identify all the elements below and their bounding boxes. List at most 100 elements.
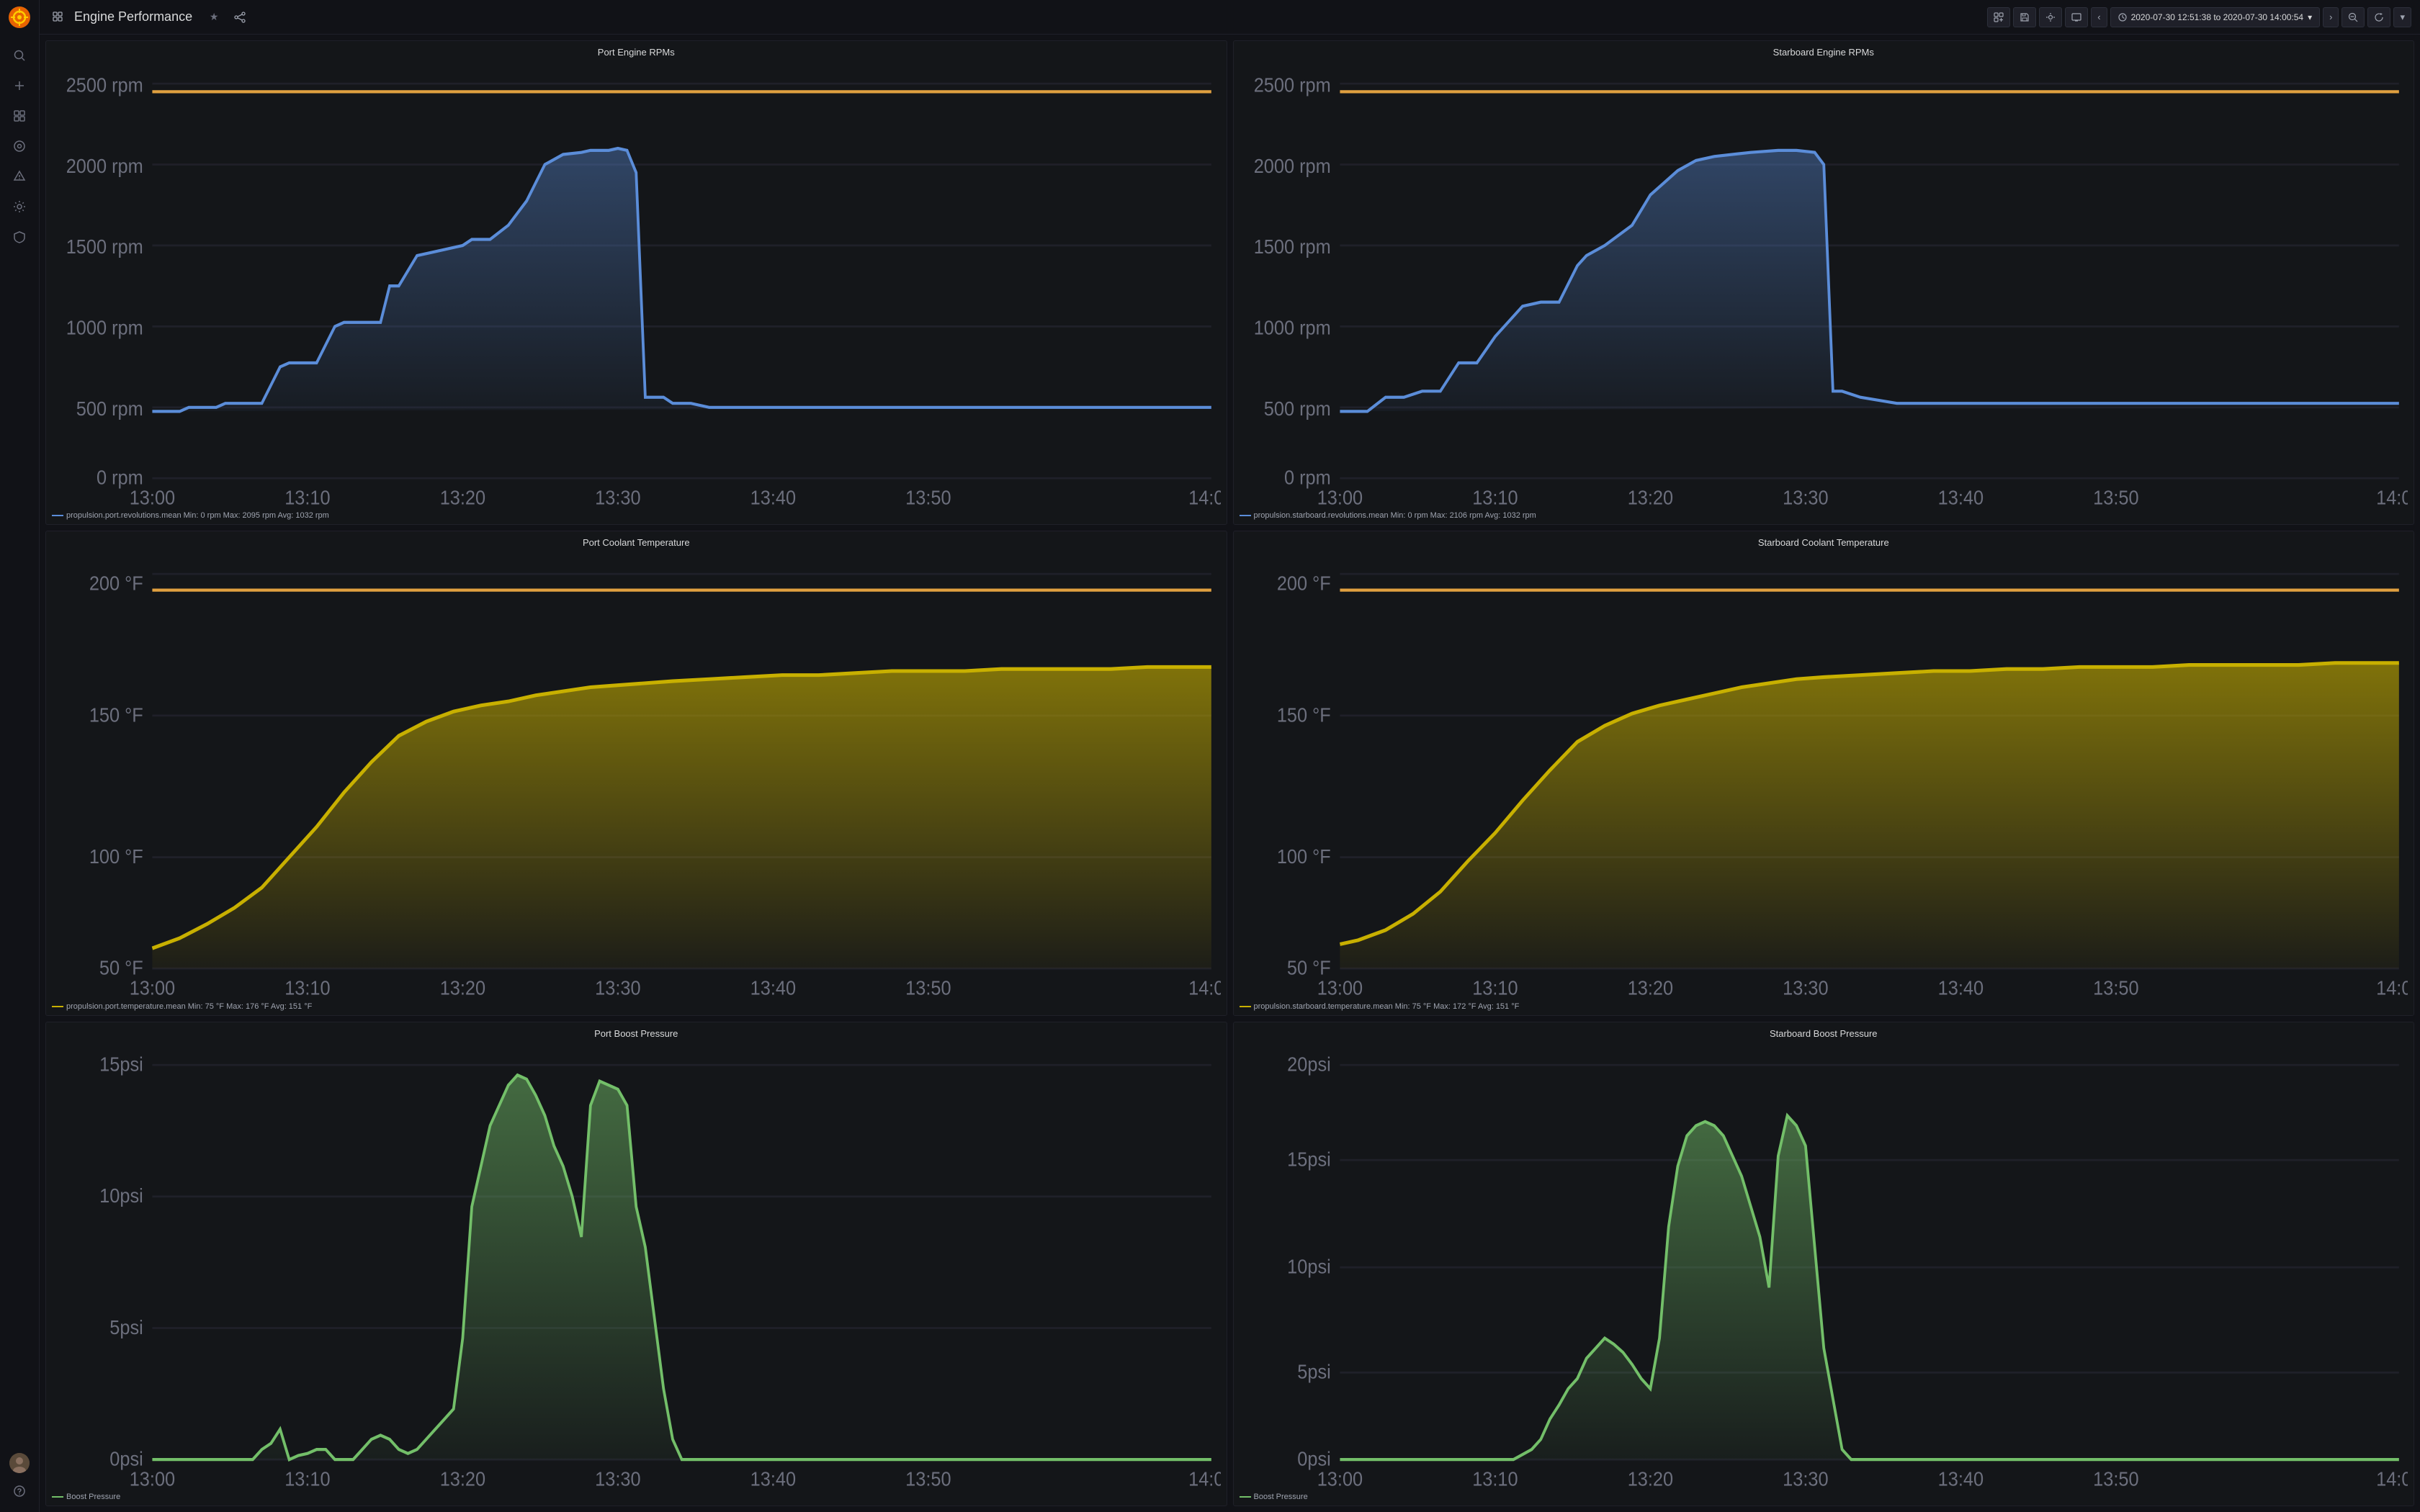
svg-text:13:10: 13:10 (1472, 487, 1518, 509)
add-panel-button[interactable] (1987, 7, 2010, 27)
svg-text:14:00: 14:00 (2376, 487, 2408, 509)
svg-text:14:00: 14:00 (1188, 1467, 1220, 1490)
svg-text:50 °F: 50 °F (99, 957, 143, 980)
svg-text:0psi: 0psi (1297, 1447, 1330, 1470)
grafana-logo[interactable] (8, 6, 31, 29)
refresh-interval-button[interactable]: ▾ (2393, 7, 2411, 27)
svg-text:13:50: 13:50 (905, 1467, 951, 1490)
panel-starboard-rpm-legend: propulsion.starboard.revolutions.mean Mi… (1234, 508, 2414, 524)
svg-text:13:20: 13:20 (1627, 977, 1672, 999)
svg-text:10psi: 10psi (99, 1184, 143, 1207)
chart-port-rpm: 2500 rpm 2000 rpm 1500 rpm 1000 rpm 500 … (46, 60, 1227, 508)
svg-text:13:20: 13:20 (440, 487, 485, 509)
svg-text:13:00: 13:00 (130, 487, 175, 509)
svg-text:0psi: 0psi (109, 1447, 143, 1470)
page-title: Engine Performance (74, 9, 192, 24)
svg-text:13:40: 13:40 (1937, 1467, 1983, 1490)
settings-nav-icon[interactable] (6, 194, 32, 220)
svg-text:13:30: 13:30 (595, 487, 640, 509)
svg-text:15psi: 15psi (99, 1053, 143, 1076)
topbar: Engine Performance ★ (40, 0, 2420, 35)
refresh-button[interactable] (2367, 7, 2390, 27)
panel-port-boost: Port Boost Pressure 15psi 10psi 5psi 0ps… (45, 1022, 1227, 1506)
legend-text-port-boost: Boost Pressure (66, 1493, 120, 1501)
svg-text:13:10: 13:10 (1472, 977, 1518, 999)
svg-text:13:40: 13:40 (750, 977, 796, 999)
panel-port-boost-title: Port Boost Pressure (46, 1022, 1227, 1042)
svg-text:13:20: 13:20 (1627, 487, 1672, 509)
explore-nav-icon[interactable] (6, 133, 32, 159)
svg-text:13:20: 13:20 (440, 977, 485, 999)
svg-text:13:40: 13:40 (1937, 977, 1983, 999)
svg-text:13:30: 13:30 (1783, 487, 1828, 509)
svg-text:2500 rpm: 2500 rpm (66, 73, 143, 96)
svg-text:500 rpm: 500 rpm (1263, 397, 1330, 420)
dashboard-grid-icon[interactable] (48, 7, 68, 27)
favorite-icon[interactable]: ★ (204, 7, 224, 27)
time-back-button[interactable]: ‹ (2091, 7, 2107, 27)
svg-text:14:00: 14:00 (1188, 977, 1220, 999)
svg-text:13:00: 13:00 (1317, 487, 1362, 509)
svg-text:13:50: 13:50 (905, 487, 951, 509)
svg-text:13:50: 13:50 (2093, 977, 2138, 999)
legend-text-starboard-boost: Boost Pressure (1254, 1493, 1308, 1501)
svg-text:13:20: 13:20 (1627, 1467, 1672, 1490)
svg-text:150 °F: 150 °F (1276, 703, 1330, 726)
svg-text:13:10: 13:10 (284, 977, 330, 999)
panel-starboard-boost-title: Starboard Boost Pressure (1234, 1022, 2414, 1042)
time-forward-button[interactable]: › (2323, 7, 2339, 27)
svg-text:0 rpm: 0 rpm (97, 466, 143, 489)
svg-text:13:50: 13:50 (905, 977, 951, 999)
tv-mode-button[interactable] (2065, 7, 2088, 27)
svg-text:13:00: 13:00 (1317, 1467, 1362, 1490)
panel-port-rpm-legend: propulsion.port.revolutions.mean Min: 0 … (46, 508, 1227, 524)
help-nav-icon[interactable] (6, 1478, 32, 1504)
chart-starboard-boost: 20psi 15psi 10psi 5psi 0psi 13:00 13:10 … (1234, 1042, 2414, 1490)
panel-starboard-boost-legend: Boost Pressure (1234, 1490, 2414, 1506)
legend-text-starboard-rpm: propulsion.starboard.revolutions.mean Mi… (1254, 511, 1536, 520)
legend-color-port-boost (52, 1496, 63, 1498)
panel-port-coolant-title: Port Coolant Temperature (46, 531, 1227, 551)
panel-port-boost-legend: Boost Pressure (46, 1490, 1227, 1506)
svg-text:13:10: 13:10 (284, 487, 330, 509)
svg-text:13:20: 13:20 (440, 1467, 485, 1490)
svg-text:5psi: 5psi (109, 1315, 143, 1338)
svg-text:1000 rpm: 1000 rpm (66, 316, 143, 339)
svg-text:13:30: 13:30 (595, 977, 640, 999)
zoom-out-button[interactable] (2341, 7, 2365, 27)
dashboard-settings-button[interactable] (2039, 7, 2062, 27)
svg-text:13:00: 13:00 (130, 977, 175, 999)
chart-port-coolant: 200 °F 150 °F 100 °F 50 °F 13:00 13:10 1… (46, 551, 1227, 999)
legend-text-port-rpm: propulsion.port.revolutions.mean Min: 0 … (66, 511, 329, 520)
panel-port-rpm-title: Port Engine RPMs (46, 41, 1227, 60)
search-nav-icon[interactable] (6, 42, 32, 68)
save-dashboard-button[interactable] (2013, 7, 2036, 27)
panel-port-coolant-legend: propulsion.port.temperature.mean Min: 75… (46, 999, 1227, 1015)
panel-port-coolant: Port Coolant Temperature 200 °F 150 °F 1… (45, 531, 1227, 1015)
svg-text:13:10: 13:10 (1472, 1467, 1518, 1490)
shield-nav-icon[interactable] (6, 224, 32, 250)
time-range-dropdown-icon: ▾ (2308, 12, 2312, 22)
time-range-picker[interactable]: 2020-07-30 12:51:38 to 2020-07-30 14:00:… (2110, 7, 2321, 27)
legend-color-starboard-coolant (1240, 1006, 1251, 1007)
add-nav-icon[interactable] (6, 73, 32, 99)
svg-text:1500 rpm: 1500 rpm (66, 235, 143, 258)
svg-text:5psi: 5psi (1297, 1360, 1330, 1383)
svg-text:15psi: 15psi (1287, 1148, 1331, 1171)
dashboard-nav-icon[interactable] (6, 103, 32, 129)
dashboard-grid: Port Engine RPMs 2500 rpm 2000 rpm 1500 … (40, 35, 2420, 1512)
user-avatar[interactable] (9, 1453, 30, 1473)
chart-starboard-coolant: 200 °F 150 °F 100 °F 50 °F 13:00 13:10 1… (1234, 551, 2414, 999)
panel-starboard-rpm-title: Starboard Engine RPMs (1234, 41, 2414, 60)
share-icon[interactable] (230, 7, 250, 27)
panel-starboard-rpm: Starboard Engine RPMs 2500 rpm 2000 rpm … (1233, 40, 2415, 525)
svg-text:14:00: 14:00 (1188, 487, 1220, 509)
alert-nav-icon[interactable] (6, 163, 32, 189)
svg-text:500 rpm: 500 rpm (76, 397, 143, 420)
svg-text:13:30: 13:30 (1783, 977, 1828, 999)
svg-text:13:50: 13:50 (2093, 487, 2138, 509)
svg-text:200 °F: 200 °F (89, 572, 143, 595)
panel-starboard-boost: Starboard Boost Pressure 20psi 15psi 10p… (1233, 1022, 2415, 1506)
chart-port-boost: 15psi 10psi 5psi 0psi 13:00 13:10 13:20 … (46, 1042, 1227, 1490)
panel-port-rpm: Port Engine RPMs 2500 rpm 2000 rpm 1500 … (45, 40, 1227, 525)
